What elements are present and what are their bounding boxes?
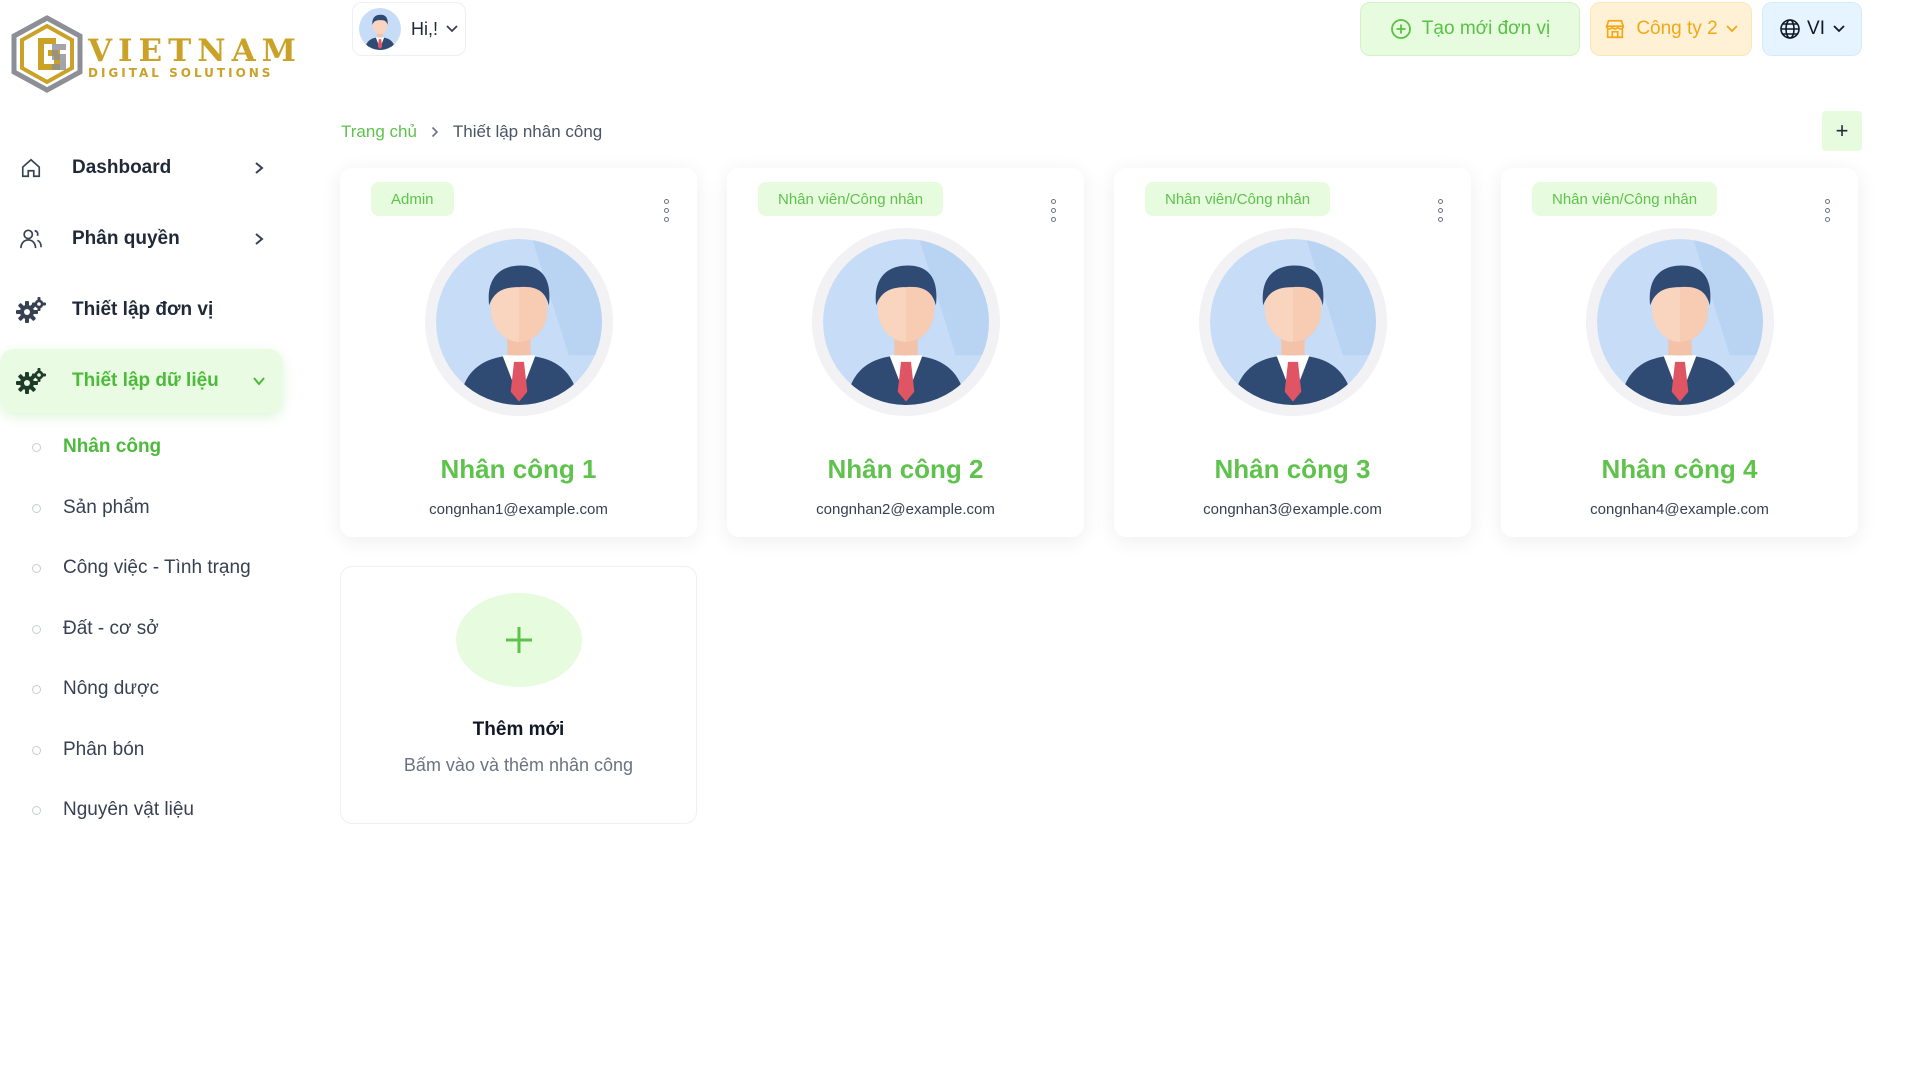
avatar-frame (811, 228, 1000, 416)
sidebar-item-dashboard[interactable]: Dashboard (0, 136, 283, 200)
globe-icon (1779, 18, 1801, 40)
sidebar-subitem-products[interactable]: Sản phẩm (0, 488, 283, 528)
logo-emblem-icon (11, 15, 83, 93)
sidebar-item-label: Dashboard (72, 157, 172, 178)
chevron-down-icon (446, 25, 458, 33)
plus-circle-icon (1390, 18, 1412, 40)
sidebar-subitem-label: Đất - cơ sở (63, 618, 159, 639)
sidebar-subitem-label: Phân bón (63, 739, 145, 760)
chevron-down-icon (1833, 25, 1845, 33)
sidebar-subitem-label: Nhân công (63, 436, 162, 457)
avatar-frame (1198, 228, 1387, 416)
sidebar-subitem-land[interactable]: Đất - cơ sở (0, 609, 283, 649)
avatar (1596, 239, 1763, 405)
bullet-icon (32, 745, 41, 755)
add-card-title: Thêm mới (472, 719, 565, 740)
sidebar-item-unit-setup[interactable]: Thiết lập đơn vị (0, 278, 283, 342)
chevron-right-icon (251, 231, 267, 247)
sidebar-subitem-tasks-status[interactable]: Công việc - Tình trạng (0, 548, 283, 588)
role-badge: Nhân viên/Công nhân (1532, 182, 1718, 216)
sidebar-item-label: Thiết lập đơn vị (72, 299, 214, 320)
sidebar: VIETNAM DIGITAL SOLUTIONS Dashboard Phân… (0, 0, 300, 1080)
sidebar-item-label: Thiết lập dữ liệu (72, 370, 219, 391)
avatar (1209, 239, 1376, 405)
create-unit-button[interactable]: Tạo mới đơn vị (1360, 2, 1580, 56)
sidebar-subitem-label: Công việc - Tình trạng (63, 557, 251, 578)
worker-card[interactable]: Admin Nhân công 1 congnhan1@example.com (340, 168, 697, 537)
sidebar-subitem-workers[interactable]: Nhân công (0, 427, 283, 467)
bullet-icon (32, 442, 41, 452)
avatar (822, 239, 989, 405)
worker-name[interactable]: Nhân công 3 (1114, 454, 1471, 485)
add-worker-button[interactable]: + (1822, 111, 1862, 151)
company-label: Công ty 2 (1636, 18, 1718, 39)
greeting-text: Hi,! (411, 18, 438, 39)
bullet-icon (32, 684, 41, 694)
language-label: VI (1807, 18, 1825, 39)
chevron-down-icon (251, 373, 267, 389)
sidebar-subitem-label: Nông dược (63, 678, 159, 699)
plus-icon (455, 593, 582, 687)
brand-tagline: DIGITAL SOLUTIONS (88, 66, 274, 80)
worker-card[interactable]: Nhân viên/Công nhân Nhân công 2 congnhan2@… (727, 168, 1084, 537)
more-options-icon[interactable] (1818, 196, 1836, 224)
add-card-subtitle: Bấm vào và thêm nhân công (403, 755, 634, 775)
worker-card[interactable]: Nhân viên/Công nhân Nhân công 3 congnhan3@… (1114, 168, 1471, 537)
worker-email: congnhan1@example.com (429, 501, 608, 518)
sidebar-item-permissions[interactable]: Phân quyền (0, 207, 283, 271)
avatar (359, 8, 401, 50)
sidebar-subitem-pesticides[interactable]: Nông dược (0, 669, 283, 709)
user-menu[interactable]: Hi,! (352, 2, 466, 56)
language-selector[interactable]: VI (1762, 2, 1862, 56)
avatar-frame (424, 228, 613, 416)
bullet-icon (32, 805, 41, 815)
role-badge: Nhân viên/Công nhân (1145, 182, 1331, 216)
sidebar-subitem-materials[interactable]: Nguyên vật liệu (0, 790, 283, 830)
bullet-icon (32, 624, 41, 634)
users-icon (16, 224, 46, 254)
company-selector[interactable]: Công ty 2 (1590, 2, 1752, 56)
create-unit-label: Tạo mới đơn vị (1421, 18, 1551, 39)
role-badge: Nhân viên/Công nhân (758, 182, 944, 216)
sidebar-item-label: Phân quyền (72, 228, 180, 249)
chevron-right-icon (431, 126, 439, 138)
worker-email: congnhan4@example.com (1590, 501, 1769, 518)
breadcrumb-current: Thiết lập nhân công (452, 122, 603, 141)
sidebar-item-data-setup[interactable]: Thiết lập dữ liệu (0, 349, 283, 413)
role-badge: Admin (371, 182, 454, 216)
more-options-icon[interactable] (657, 196, 675, 224)
more-options-icon[interactable] (1044, 196, 1062, 224)
chevron-right-icon (251, 160, 267, 176)
sidebar-subitem-label: Nguyên vật liệu (63, 799, 194, 820)
more-options-icon[interactable] (1431, 196, 1449, 224)
home-icon (16, 153, 46, 183)
avatar-frame (1585, 228, 1774, 416)
company-logo[interactable]: VIETNAM DIGITAL SOLUTIONS (8, 14, 296, 94)
worker-name[interactable]: Nhân công 1 (340, 454, 697, 485)
avatar (435, 239, 602, 405)
breadcrumb: Trang chủ Thiết lập nhân công (341, 120, 602, 144)
gears-icon (16, 295, 46, 325)
bullet-icon (32, 503, 41, 513)
sidebar-subitem-label: Sản phẩm (63, 497, 150, 518)
chevron-down-icon (1726, 25, 1738, 33)
breadcrumb-home-link[interactable]: Trang chủ (341, 122, 417, 142)
worker-email: congnhan3@example.com (1203, 501, 1382, 518)
worker-card[interactable]: Nhân viên/Công nhân Nhân công 4 congnhan4@… (1501, 168, 1858, 537)
gears-icon (16, 366, 46, 396)
worker-email: congnhan2@example.com (816, 501, 995, 518)
bullet-icon (32, 563, 41, 573)
sidebar-subitem-fertilizer[interactable]: Phân bón (0, 730, 283, 770)
worker-name[interactable]: Nhân công 4 (1501, 454, 1858, 485)
worker-name[interactable]: Nhân công 2 (727, 454, 1084, 485)
store-icon (1604, 18, 1626, 40)
brand-name: VIETNAM (88, 33, 302, 69)
add-worker-card[interactable]: Thêm mới Bấm vào và thêm nhân công (340, 566, 697, 824)
